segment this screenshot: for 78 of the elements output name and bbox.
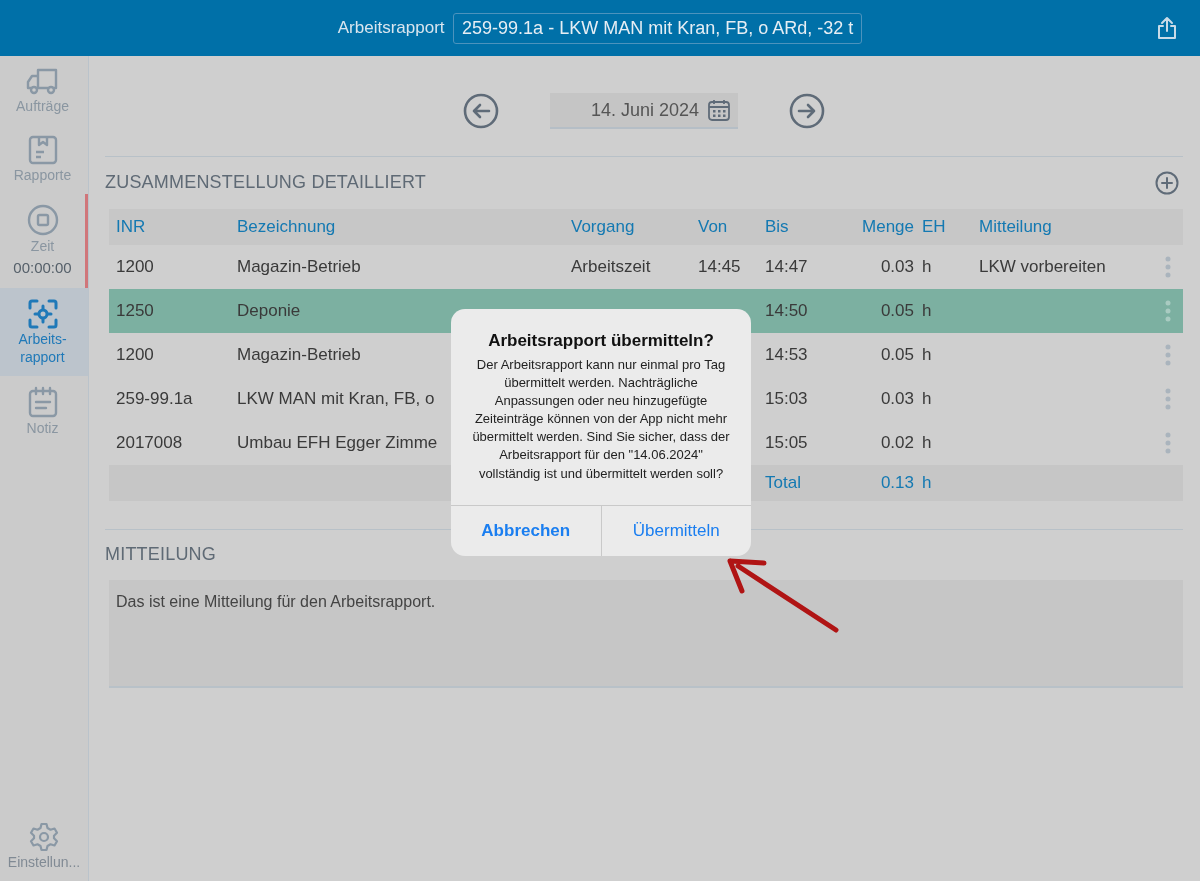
column-header: Bezeichnung (237, 215, 337, 238)
table-cell: 14:53 (765, 344, 808, 364)
sidebar-item[interactable]: Einstellun... (0, 822, 88, 873)
more-icon[interactable] (1165, 432, 1171, 455)
notepad-icon (27, 386, 58, 419)
more-icon[interactable] (1165, 388, 1171, 411)
sidebar-label: Notiz (25, 419, 60, 439)
table-cell: LKW MAN mit Kran, FB, o (237, 388, 435, 408)
table-cell: 14:45 (698, 256, 741, 276)
column-header: Vorgang (571, 215, 636, 238)
header-title: Arbeitsrapport (337, 17, 445, 40)
total-cell-text: 0.13 (879, 471, 915, 494)
order-field[interactable]: 259-99.1a - LKW MAN mit Kran, FB, o ARd, -32 t (453, 12, 863, 44)
table-cell: LKW vorbereiten (979, 256, 1106, 276)
more-icon[interactable] (1165, 300, 1171, 323)
share-icon[interactable] (1156, 16, 1178, 40)
table-cell: Magazin-Betrieb (237, 344, 361, 364)
add-button[interactable] (1155, 170, 1179, 195)
table-cell: Deponie (237, 300, 301, 320)
table-cell: 0.05 (880, 300, 914, 320)
calendar-icon (707, 99, 730, 121)
sidebar-item[interactable]: Aufträge (0, 56, 88, 125)
more-icon[interactable] (1165, 344, 1171, 367)
report-icon (27, 135, 58, 165)
column-header: Von (698, 215, 729, 238)
message-field[interactable]: Das ist eine Mitteilung für den Arbeitsrapport. (109, 579, 1183, 688)
previous-day-button[interactable] (463, 93, 499, 129)
cancel-button[interactable]: Abbrechen (451, 505, 601, 556)
table-cell: 14:50 (765, 300, 808, 320)
stop-icon (26, 204, 59, 236)
table-cell: 259-99.1a (116, 388, 193, 408)
sidebar-item[interactable]: Notiz (0, 376, 88, 448)
date-text: 14. Juni 2024 (590, 98, 699, 122)
table-cell: 0.03 (880, 256, 914, 276)
truck-icon (25, 66, 60, 96)
total-label: Total (765, 471, 802, 494)
table-cell: Magazin-Betrieb (237, 256, 361, 276)
section-title: ZUSAMMENSTELLUNG DETAILLIERT (105, 171, 426, 194)
dialog-message: Der Arbeitsrapport kann nur einmal pro Tag übermittelt werden. Nachträgliche Anpassungen oder neu hinzugefügte Zeiteinträge können von der App nicht mehr übermittelt werden. Sind Sie sicher, dass der Arbeitsrapport für den "14.06.2024" vollständig ist und übermittelt werden soll? (471, 355, 731, 483)
sidebar-label: Einstellun... (6, 853, 82, 872)
sidebar-label: Zeit (29, 237, 56, 256)
column-header: Menge (861, 215, 915, 238)
column-header: EH (922, 215, 947, 238)
sidebar-label: Arbeits-rapport (17, 329, 68, 368)
section-title: MITTEILUNG (105, 543, 216, 566)
table-cell: 15:05 (765, 432, 808, 452)
column-header: INR (116, 215, 147, 238)
column-header: Mitteilung (979, 215, 1053, 238)
dialog-title: Arbeitsrapport übermitteln? (487, 330, 715, 352)
timer-text: 00:00:00 (12, 258, 73, 278)
focus-icon (26, 297, 59, 330)
table-cell: 0.05 (880, 344, 914, 364)
table-cell: 14:47 (765, 256, 808, 276)
table-cell: Umbau EFH Egger Zimme (237, 432, 438, 452)
settings-icon (29, 822, 59, 852)
table-cell: 0.02 (880, 432, 914, 452)
table-cell: h (922, 300, 932, 320)
table-cell: h (922, 344, 932, 364)
table-cell: 1250 (116, 300, 154, 320)
table-cell: h (922, 388, 932, 408)
total-cell-text: h (922, 471, 933, 494)
table-cell: 0.03 (880, 388, 914, 408)
sidebar-label: Rapporte (12, 166, 73, 185)
submit-button[interactable]: Übermitteln (600, 505, 751, 556)
table-cell: 2017008 (116, 432, 183, 452)
date-field[interactable]: 14. Juni 2024 (550, 93, 738, 129)
next-day-button[interactable] (789, 93, 825, 129)
table-cell: 1200 (116, 344, 154, 364)
table-cell: h (922, 256, 932, 276)
table-cell: 15:03 (765, 388, 808, 408)
table-cell: h (922, 432, 932, 452)
sidebar-item[interactable]: Arbeits-rapport (0, 287, 88, 377)
sidebar-item[interactable]: Rapporte (0, 125, 88, 194)
table-cell: 1200 (116, 256, 154, 276)
sidebar-label: Aufträge (15, 97, 70, 116)
more-icon[interactable] (1165, 256, 1171, 279)
column-header: Bis (765, 215, 790, 238)
table-cell: Arbeitszeit (571, 256, 651, 276)
